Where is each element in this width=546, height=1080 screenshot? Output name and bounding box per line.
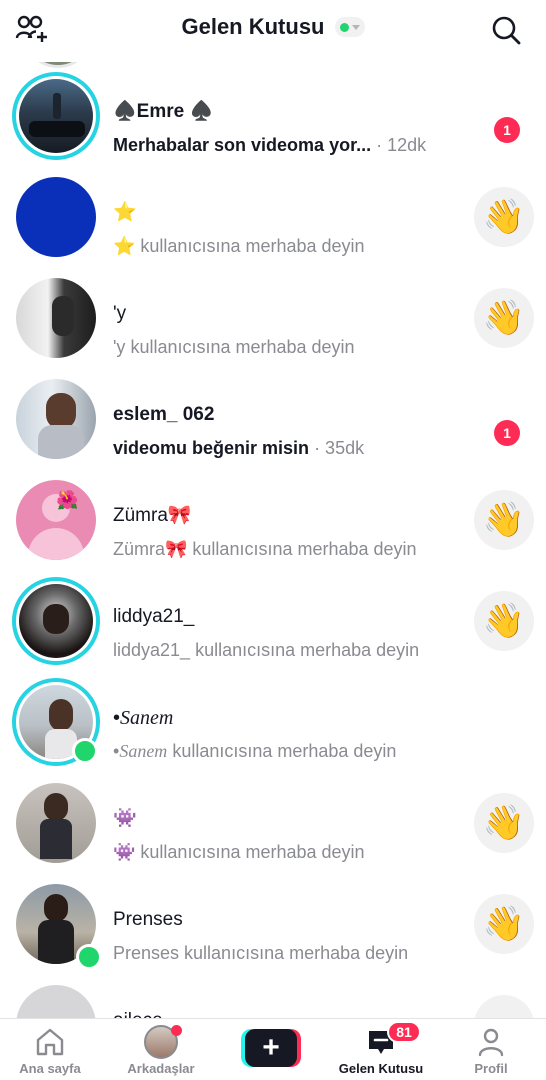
conversation-preview: Merhabalar son videoma yor... · 12dk	[113, 133, 426, 157]
unread-badge: 1	[494, 420, 520, 446]
waving-hand-icon: 👋	[482, 198, 526, 236]
profile-icon	[441, 1025, 541, 1059]
nav-profile-label: Profil	[474, 1061, 508, 1076]
avatar	[19, 584, 93, 658]
wave-button[interactable]: 👋	[474, 288, 534, 348]
friends-avatar-icon	[111, 1025, 211, 1059]
conversation-name: ⭐	[113, 202, 137, 223]
conversation-row[interactable]: 👾 👾 kullanıcısına merhaba deyin 👋	[0, 769, 546, 870]
unread-badge: 1	[494, 117, 520, 143]
avatar	[16, 985, 96, 1018]
last-message: Merhabalar son videoma yor...	[113, 135, 372, 155]
conversation-name: 👾	[113, 808, 137, 829]
nav-profile[interactable]: Profil	[441, 1025, 541, 1076]
avatar-container[interactable]	[12, 981, 100, 1018]
bottom-nav: Ana sayfa Arkadaşlar + 81 Gelen Kutusu P…	[0, 1018, 546, 1080]
message-time: · 35dk	[314, 438, 365, 458]
search-icon[interactable]	[488, 12, 524, 48]
home-icon	[0, 1025, 100, 1059]
nav-friends[interactable]: Arkadaşlar	[111, 1025, 211, 1076]
online-status-icon	[339, 22, 349, 32]
conversation-preview: Zümra🎀 kullanıcısına merhaba deyin	[113, 539, 417, 559]
conversation-row[interactable]: 'y 'y kullanıcısına merhaba deyin 👋	[0, 264, 546, 365]
avatar	[16, 379, 96, 459]
message-time: · 12dk	[376, 135, 427, 155]
avatar-container[interactable]	[12, 274, 100, 362]
avatar-story-ring[interactable]	[12, 678, 100, 766]
inbox-header: Gelen Kutusu	[0, 0, 546, 62]
conversation-preview: Prenses kullanıcısına merhaba deyin	[113, 943, 409, 963]
conversation-list: ♠️Emre ♠️ Merhabalar son videoma yor... …	[0, 62, 546, 1018]
wave-button[interactable]: 👋	[474, 187, 534, 247]
avatar-container[interactable]	[12, 779, 100, 867]
wave-button[interactable]: 👋	[474, 894, 534, 954]
waving-hand-icon: 👋	[482, 602, 526, 640]
avatar	[16, 177, 96, 257]
wave-button[interactable]: 👋	[474, 490, 534, 550]
conversation-preview: liddya21_ kullanıcısına merhaba deyin	[113, 640, 420, 660]
avatar-container[interactable]	[12, 173, 100, 261]
nav-home[interactable]: Ana sayfa	[0, 1025, 100, 1076]
notification-dot	[171, 1025, 182, 1036]
conversation-row[interactable]: •Sanem •Sanem kullanıcısına merhaba deyi…	[0, 668, 546, 769]
avatar	[19, 79, 93, 153]
conversation-row[interactable]: 🌺 Zümra🎀 Zümra🎀 kullanıcısına merhaba de…	[0, 466, 546, 567]
conversation-name: liddya21_	[113, 606, 195, 627]
conversation-row[interactable]: ⭐ ⭐ kullanıcısına merhaba deyin 👋	[0, 163, 546, 264]
status-toggle[interactable]	[334, 17, 365, 37]
conversation-row[interactable]: liddya21_ liddya21_ kullanıcısına merhab…	[0, 567, 546, 668]
wave-button[interactable]: 👋	[474, 591, 534, 651]
conversation-name: ailece	[113, 1009, 163, 1018]
conversation-preview: videomu beğenir misin · 35dk	[113, 436, 364, 460]
wave-button[interactable]	[474, 995, 534, 1018]
wave-button[interactable]: 👋	[474, 793, 534, 853]
online-status-icon	[76, 944, 102, 970]
avatar-container[interactable]	[12, 880, 102, 970]
last-message: videomu beğenir misin	[113, 438, 310, 458]
conversation-row[interactable]: ♠️Emre ♠️ Merhabalar son videoma yor... …	[0, 62, 546, 163]
conversation-name: •Sanem	[113, 707, 174, 729]
avatar-story-ring[interactable]	[12, 72, 100, 160]
nav-home-label: Ana sayfa	[19, 1061, 81, 1076]
nav-friends-label: Arkadaşlar	[127, 1061, 195, 1076]
conversation-row[interactable]: ailece	[0, 971, 546, 1018]
avatar-story-ring[interactable]	[12, 577, 100, 665]
conversation-name: 'y	[113, 303, 127, 324]
avatar	[16, 278, 96, 358]
online-status-icon	[72, 738, 98, 764]
conversation-name: eslem_ 062	[113, 404, 215, 425]
nav-inbox[interactable]: 81 Gelen Kutusu	[331, 1021, 431, 1076]
inbox-count-badge: 81	[387, 1021, 421, 1043]
create-button[interactable]: +	[241, 1029, 301, 1067]
conversation-preview: 👾 kullanıcısına merhaba deyin	[113, 842, 365, 862]
conversation-row[interactable]: eslem_ 062 videomu beğenir misin · 35dk …	[0, 365, 546, 466]
conversation-preview: ⭐ kullanıcısına merhaba deyin	[113, 236, 365, 256]
avatar	[16, 783, 96, 863]
avatar-container[interactable]	[12, 375, 100, 463]
inbox-icon: 81	[331, 1021, 431, 1059]
waving-hand-icon: 👋	[482, 501, 526, 539]
nav-inbox-label: Gelen Kutusu	[338, 1061, 424, 1076]
conversation-name: Prenses	[113, 909, 183, 930]
avatar: 🌺	[16, 480, 96, 560]
waving-hand-icon: 👋	[482, 905, 526, 943]
avatar-container[interactable]: 🌺	[12, 476, 100, 564]
page-title: Gelen Kutusu	[181, 14, 325, 39]
waving-hand-icon: 👋	[482, 299, 526, 337]
conversation-preview: 'y kullanıcısına merhaba deyin	[113, 337, 355, 357]
conversation-row[interactable]: Prenses Prenses kullanıcısına merhaba de…	[0, 870, 546, 971]
conversation-preview: •Sanem kullanıcısına merhaba deyin	[113, 741, 397, 761]
chevron-down-icon	[351, 24, 360, 30]
conversation-name: Zümra🎀	[113, 505, 192, 526]
conversation-name: ♠️Emre ♠️	[113, 101, 214, 122]
waving-hand-icon: 👋	[482, 804, 526, 842]
plus-icon: +	[245, 1029, 297, 1067]
